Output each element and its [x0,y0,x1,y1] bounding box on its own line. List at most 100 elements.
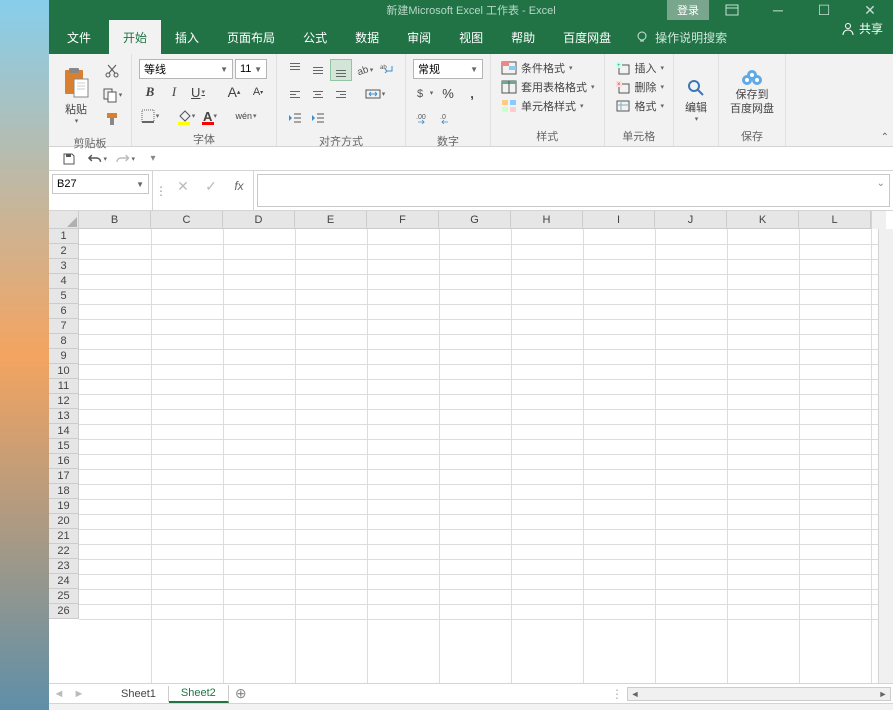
tab-data[interactable]: 数据 [341,20,393,54]
align-middle-button[interactable] [307,59,329,81]
scroll-left-button[interactable]: ◄ [628,689,642,699]
insert-function-button[interactable]: fx [225,176,253,196]
share-button[interactable]: 共享 [841,20,883,37]
sheet-nav-prev[interactable]: ◄ [49,688,69,700]
align-top-button[interactable] [284,59,306,81]
row-header-17[interactable]: 17 [49,469,79,484]
decrease-font-button[interactable]: A▾ [247,81,269,103]
save-to-baidu-button[interactable]: 保存到 百度网盘 [724,57,780,126]
tab-page-layout[interactable]: 页面布局 [213,20,289,54]
column-header-B[interactable]: B [79,211,151,229]
vertical-scrollbar[interactable] [878,229,893,683]
row-header-13[interactable]: 13 [49,409,79,424]
underline-button[interactable]: U▾ [187,81,209,103]
format-cells-button[interactable]: 格式▾ [612,97,667,115]
italic-button[interactable]: I [163,81,185,103]
increase-indent-button[interactable] [307,107,329,129]
new-sheet-button[interactable]: ⊕ [229,685,253,702]
horizontal-scrollbar[interactable]: ◄ ► [627,687,891,701]
cell-styles-button[interactable]: 单元格样式▾ [498,97,597,115]
decrease-indent-button[interactable] [284,107,306,129]
tab-insert[interactable]: 插入 [161,20,213,54]
decrease-decimal-button[interactable]: .0 [437,107,459,129]
row-header-12[interactable]: 12 [49,394,79,409]
tell-me-search[interactable]: 操作说明搜索 [635,20,727,54]
tab-formulas[interactable]: 公式 [289,20,341,54]
row-header-9[interactable]: 9 [49,349,79,364]
row-header-22[interactable]: 22 [49,544,79,559]
column-header-L[interactable]: L [799,211,871,229]
row-header-1[interactable]: 1 [49,229,79,244]
row-header-8[interactable]: 8 [49,334,79,349]
select-all-corner[interactable] [49,211,79,229]
accounting-format-button[interactable]: $▾ [413,82,435,104]
row-header-10[interactable]: 10 [49,364,79,379]
row-header-5[interactable]: 5 [49,289,79,304]
delete-cells-button[interactable]: ×删除▾ [612,78,667,96]
merge-button[interactable]: ▾ [364,83,386,105]
column-header-J[interactable]: J [655,211,727,229]
font-name-combo[interactable]: 等线▼ [139,59,233,79]
tab-view[interactable]: 视图 [445,20,497,54]
phonetic-button[interactable]: wén▾ [235,105,257,127]
font-color-button[interactable]: A▾ [199,105,221,127]
row-header-21[interactable]: 21 [49,529,79,544]
conditional-formatting-button[interactable]: 条件格式▾ [498,59,597,77]
comma-button[interactable]: , [461,82,483,104]
row-header-18[interactable]: 18 [49,484,79,499]
sheet-nav-next[interactable]: ► [69,688,89,700]
tab-review[interactable]: 审阅 [393,20,445,54]
find-select-button[interactable]: 编辑 ▾ [679,57,713,142]
number-format-combo[interactable]: 常规▼ [413,59,483,79]
row-header-26[interactable]: 26 [49,604,79,619]
tab-help[interactable]: 帮助 [497,20,549,54]
row-header-3[interactable]: 3 [49,259,79,274]
bold-button[interactable]: B [139,81,161,103]
fill-color-button[interactable]: ▾ [175,105,197,127]
row-header-4[interactable]: 4 [49,274,79,289]
scroll-right-button[interactable]: ► [876,689,890,699]
row-header-25[interactable]: 25 [49,589,79,604]
cells-area[interactable] [79,229,878,683]
align-left-button[interactable] [284,83,306,105]
paste-button[interactable]: 粘贴 ▾ [54,57,98,133]
formula-input[interactable]: ⌄ [257,174,890,207]
orientation-button[interactable]: ab▾ [353,59,375,81]
tab-baidu[interactable]: 百度网盘 [549,20,625,54]
row-header-11[interactable]: 11 [49,379,79,394]
ribbon-display-options-icon[interactable] [709,0,755,20]
wrap-text-button[interactable]: ab [376,59,398,81]
font-size-combo[interactable]: 11▼ [235,59,267,79]
row-header-2[interactable]: 2 [49,244,79,259]
column-header-E[interactable]: E [295,211,367,229]
align-bottom-button[interactable] [330,59,352,81]
row-header-14[interactable]: 14 [49,424,79,439]
increase-decimal-button[interactable]: .00 [413,107,435,129]
cancel-formula-button[interactable]: ✕ [169,176,197,196]
login-button[interactable]: 登录 [667,0,709,20]
column-header-D[interactable]: D [223,211,295,229]
tab-split-handle[interactable]: ⋮ [611,687,623,701]
close-icon[interactable]: ✕ [847,0,893,20]
namebox-resize-handle[interactable]: ⋮ [153,171,169,210]
align-center-button[interactable] [307,83,329,105]
row-header-19[interactable]: 19 [49,499,79,514]
name-box[interactable]: B27 ▼ [52,174,149,194]
row-header-6[interactable]: 6 [49,304,79,319]
row-header-23[interactable]: 23 [49,559,79,574]
tab-home[interactable]: 开始 [109,20,161,54]
expand-formula-bar-button[interactable]: ⌄ [877,178,885,189]
enter-formula-button[interactable]: ✓ [197,176,225,196]
qat-customize-button[interactable]: ▾ [143,149,163,169]
tab-file[interactable]: 文件 [49,20,109,54]
copy-button[interactable]: ▾ [101,84,123,106]
increase-font-button[interactable]: A▴ [223,81,245,103]
column-header-G[interactable]: G [439,211,511,229]
collapse-ribbon-button[interactable]: ⌃ [881,132,889,143]
minimize-icon[interactable]: ─ [755,0,801,20]
cut-button[interactable] [101,60,123,82]
row-header-15[interactable]: 15 [49,439,79,454]
maximize-icon[interactable]: ☐ [801,0,847,20]
sheet-tab-2[interactable]: Sheet2 [169,685,229,703]
column-header-K[interactable]: K [727,211,799,229]
